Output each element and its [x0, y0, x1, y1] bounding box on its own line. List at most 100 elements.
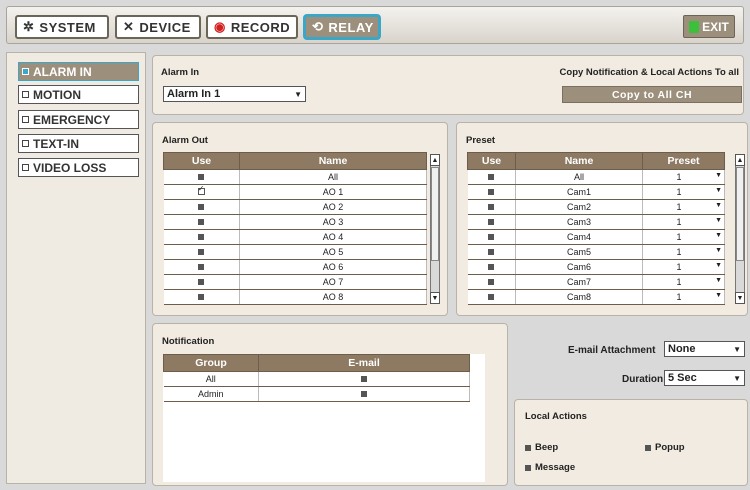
- table-row[interactable]: Cam4 1 ▼: [467, 229, 725, 245]
- use-checkbox[interactable]: [488, 279, 495, 285]
- beep-option[interactable]: Beep: [525, 442, 558, 453]
- notification-panel: Notification Group E-mail All Admin: [152, 323, 508, 486]
- scroll-up-icon[interactable]: ▲: [735, 154, 745, 166]
- column-header-name: Name: [515, 152, 643, 170]
- use-checkbox[interactable]: [197, 184, 205, 195]
- table-row[interactable]: AO 8: [163, 289, 427, 305]
- table-row[interactable]: AO 3: [163, 214, 427, 230]
- table-row[interactable]: Cam5 1 ▼: [467, 244, 725, 260]
- scroll-down-icon[interactable]: ▼: [735, 292, 745, 304]
- table-row[interactable]: Cam8 1 ▼: [467, 289, 725, 305]
- preset-select[interactable]: 1 ▼: [642, 229, 725, 245]
- table-row[interactable]: Cam7 1 ▼: [467, 274, 725, 290]
- table-row[interactable]: All: [163, 371, 470, 387]
- sidebar-item-text-in[interactable]: TEXT-IN: [18, 134, 139, 153]
- preset-scrollbar[interactable]: ▲ ▼: [735, 154, 745, 304]
- popup-option[interactable]: Popup: [645, 442, 685, 453]
- checkbox-icon: [22, 68, 29, 75]
- checkbox-icon: [645, 444, 651, 451]
- email-checkbox[interactable]: [361, 376, 367, 382]
- duration-label: Duration: [622, 374, 664, 385]
- message-option[interactable]: Message: [525, 462, 575, 473]
- tab-relay[interactable]: ⟲ RELAY: [304, 15, 380, 39]
- scroll-up-icon[interactable]: ▲: [430, 154, 440, 166]
- table-row[interactable]: Cam1 1 ▼: [467, 184, 725, 200]
- use-checkbox[interactable]: [488, 204, 495, 210]
- alarm-out-title: Alarm Out: [162, 135, 208, 146]
- use-checkbox[interactable]: [198, 264, 205, 270]
- preset-select[interactable]: 1 ▼: [642, 214, 725, 230]
- use-checkbox[interactable]: [198, 174, 205, 180]
- email-checkbox[interactable]: [361, 391, 367, 397]
- sidebar-item-video-loss[interactable]: VIDEO LOSS: [18, 158, 139, 177]
- preset-select[interactable]: 1 ▼: [642, 259, 725, 275]
- table-row[interactable]: Admin: [163, 386, 470, 402]
- preset-table: Use Name Preset All 1 ▼ Cam1 1 ▼ Cam2 1 ▼ Cam3…: [467, 152, 725, 305]
- local-actions-panel: Local Actions Beep Popup Message: [514, 399, 748, 486]
- sidebar-item-alarm-in[interactable]: ALARM IN: [18, 62, 139, 81]
- email-attachment-label: E-mail Attachment: [568, 345, 656, 356]
- column-header-use: Use: [467, 152, 516, 170]
- sidebar-item-emergency[interactable]: EMERGENCY: [18, 110, 139, 129]
- use-checkbox[interactable]: [488, 189, 495, 195]
- table-row[interactable]: AO 6: [163, 259, 427, 275]
- use-checkbox[interactable]: [488, 249, 495, 255]
- preset-select[interactable]: 1 ▼: [642, 289, 725, 305]
- table-row[interactable]: AO 5: [163, 244, 427, 260]
- use-checkbox[interactable]: [198, 219, 205, 225]
- email-attachment-select[interactable]: None ▼: [664, 341, 745, 357]
- alarm-in-select[interactable]: Alarm In 1 ▼: [163, 86, 306, 102]
- preset-select[interactable]: 1 ▼: [642, 199, 725, 215]
- table-row[interactable]: All: [163, 169, 427, 185]
- chevron-down-icon: ▼: [294, 89, 302, 99]
- copy-notification-title: Copy Notification & Local Actions To all: [559, 67, 739, 78]
- alarm-out-table: Use Name All AO 1 AO 2 AO 3 AO 4 AO 5 AO…: [163, 152, 427, 305]
- exit-button[interactable]: EXIT: [683, 15, 735, 38]
- tab-record[interactable]: ◉ RECORD: [206, 15, 298, 39]
- use-checkbox[interactable]: [198, 204, 205, 210]
- checkbox-icon: [525, 464, 531, 471]
- table-row[interactable]: Cam6 1 ▼: [467, 259, 725, 275]
- table-row[interactable]: AO 7: [163, 274, 427, 290]
- use-checkbox[interactable]: [488, 264, 495, 270]
- preset-select[interactable]: 1 ▼: [642, 244, 725, 260]
- chevron-down-icon: ▼: [715, 292, 722, 299]
- use-checkbox[interactable]: [198, 294, 205, 300]
- table-row[interactable]: AO 4: [163, 229, 427, 245]
- preset-panel: Preset Use Name Preset All 1 ▼ Cam1 1 ▼ Cam2…: [456, 122, 748, 316]
- preset-select[interactable]: 1 ▼: [642, 184, 725, 200]
- checkbox-icon: [22, 91, 29, 98]
- use-checkbox[interactable]: [488, 294, 495, 300]
- tab-system[interactable]: ✲ SYSTEM: [15, 15, 109, 39]
- alarm-in-panel: Alarm In Alarm In 1 ▼ Copy Notification &…: [152, 55, 744, 115]
- scroll-thumb[interactable]: [736, 167, 744, 261]
- column-header-name: Name: [239, 152, 427, 170]
- table-row[interactable]: Cam2 1 ▼: [467, 199, 725, 215]
- use-checkbox[interactable]: [488, 174, 495, 180]
- chevron-down-icon: ▼: [715, 172, 722, 179]
- scroll-thumb[interactable]: [431, 167, 439, 261]
- use-checkbox[interactable]: [488, 234, 495, 240]
- column-header-email: E-mail: [258, 354, 470, 372]
- tab-device[interactable]: ✕ DEVICE: [115, 15, 201, 39]
- use-checkbox[interactable]: [488, 219, 495, 225]
- copy-to-all-ch-button[interactable]: Copy to All CH: [562, 86, 742, 103]
- sidebar-item-motion[interactable]: MOTION: [18, 85, 139, 104]
- chevron-down-icon: ▼: [715, 202, 722, 209]
- use-checkbox[interactable]: [198, 234, 205, 240]
- table-row[interactable]: Cam3 1 ▼: [467, 214, 725, 230]
- alarm-out-scrollbar[interactable]: ▲ ▼: [430, 154, 440, 304]
- preset-select[interactable]: 1 ▼: [642, 274, 725, 290]
- chevron-down-icon: ▼: [715, 232, 722, 239]
- use-checkbox[interactable]: [198, 279, 205, 285]
- table-row[interactable]: All 1 ▼: [467, 169, 725, 185]
- alarm-out-panel: Alarm Out Use Name All AO 1 AO 2 AO 3 AO…: [152, 122, 448, 316]
- table-row[interactable]: AO 2: [163, 199, 427, 215]
- duration-select[interactable]: 5 Sec ▼: [664, 370, 745, 386]
- scroll-down-icon[interactable]: ▼: [430, 292, 440, 304]
- preset-select[interactable]: 1 ▼: [642, 169, 725, 185]
- table-row[interactable]: AO 1: [163, 184, 427, 200]
- use-checkbox[interactable]: [198, 249, 205, 255]
- local-actions-title: Local Actions: [525, 411, 587, 422]
- checkbox-icon: [22, 116, 29, 123]
